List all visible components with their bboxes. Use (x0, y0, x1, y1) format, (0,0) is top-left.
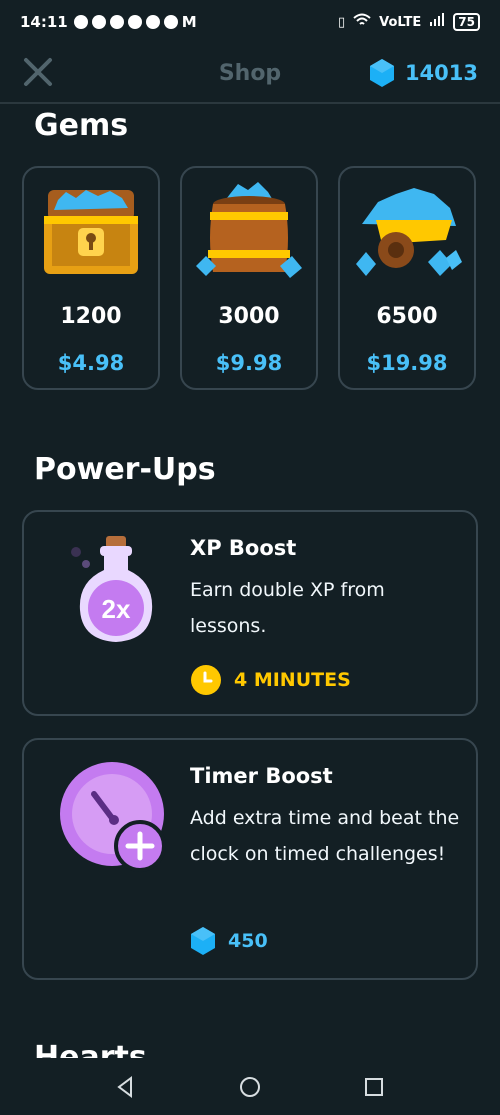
powerup-price: 450 (190, 926, 268, 956)
xp-boost-card[interactable]: 2x XP Boost Earn double XP from lessons.… (22, 510, 478, 716)
powerup-title: Timer Boost (190, 764, 333, 788)
powerup-duration-text: 4 MINUTES (234, 669, 351, 691)
wifi-icon (353, 13, 371, 31)
status-left: 14:11 M (20, 13, 197, 31)
shop-header: Shop 14013 (0, 44, 500, 104)
recents-nav-button[interactable] (362, 1075, 386, 1099)
notification-icons: M (73, 13, 197, 31)
gem-balance[interactable]: 14013 (369, 58, 478, 88)
gem-pack-card[interactable]: 3000 $9.98 (180, 166, 318, 390)
close-button[interactable] (22, 56, 54, 88)
powerup-description: Earn double XP from lessons. (190, 579, 385, 637)
duolingo-icon (163, 15, 178, 29)
status-bar: 14:11 M ▯ VoLTE 75 (0, 0, 500, 44)
powerup-duration: 4 MINUTES (190, 664, 351, 696)
battery-indicator: 75 (453, 13, 480, 31)
alert-icon (91, 15, 106, 29)
page-title: Shop (218, 60, 282, 86)
gem-balance-count: 14013 (404, 61, 478, 85)
cart-icon (356, 188, 462, 276)
signal-icon (429, 13, 445, 31)
youtube-icon (109, 15, 124, 29)
gem-pack-price: $9.98 (215, 351, 283, 375)
gem-icon (369, 59, 394, 87)
status-right: ▯ VoLTE 75 (338, 13, 480, 31)
app-icon (127, 15, 142, 29)
svg-text:2x: 2x (102, 594, 131, 624)
powerups-section-title: Power-Ups (34, 452, 216, 487)
gem-pack-amount: 1200 (60, 304, 122, 329)
gem-pack-amount: 3000 (218, 304, 280, 329)
powerup-description: Add extra time and beat the clock on tim… (190, 807, 460, 865)
timer-boost-card[interactable]: Timer Boost Add extra time and beat the … (22, 738, 478, 980)
shazam-icon (145, 15, 160, 29)
network-label: VoLTE (379, 14, 422, 30)
gmail-icon: M (181, 13, 197, 31)
close-icon (24, 58, 52, 86)
xp-potion-icon: 2x (71, 536, 153, 642)
powerup-title: XP Boost (190, 536, 297, 560)
gem-pack-card[interactable]: 6500 $19.98 (338, 166, 476, 390)
gem-icon (191, 927, 215, 955)
status-time: 14:11 (20, 13, 68, 31)
gem-pack-amount: 6500 (376, 304, 438, 329)
gem-pack-card[interactable]: 1200 $4.98 (22, 166, 160, 390)
barrel-icon (196, 182, 302, 278)
gems-section-title: Gems (34, 108, 129, 143)
system-nav-bar (0, 1058, 500, 1115)
vibrate-icon: ▯ (337, 14, 346, 30)
home-nav-button[interactable] (238, 1075, 262, 1099)
chest-icon (44, 190, 138, 274)
powerup-price-text: 450 (228, 930, 268, 952)
gem-pack-price: $19.98 (366, 351, 448, 375)
gem-pack-price: $4.98 (57, 351, 125, 375)
timer-icon (60, 762, 166, 872)
back-nav-button[interactable] (114, 1075, 138, 1099)
chat-icon (73, 15, 88, 29)
clock-icon (191, 665, 221, 695)
